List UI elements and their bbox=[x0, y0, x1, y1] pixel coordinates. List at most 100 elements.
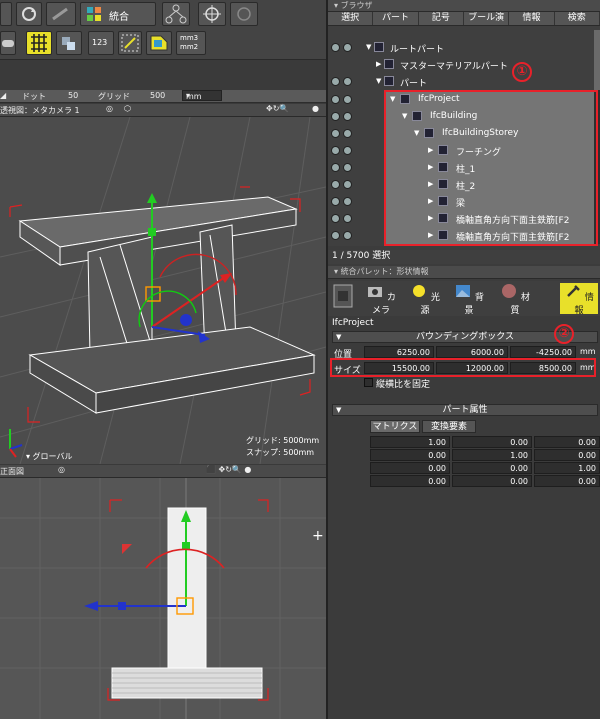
palette-tab-info[interactable]: 情報 bbox=[560, 283, 598, 316]
visibility-toggle-icon[interactable] bbox=[331, 214, 355, 226]
lock-aspect-checkbox[interactable] bbox=[364, 378, 373, 387]
callout-box-1 bbox=[384, 90, 598, 246]
palette-tab-light[interactable]: 光源 bbox=[408, 283, 442, 316]
browser-menu-part[interactable]: パート bbox=[373, 12, 419, 25]
tree-row[interactable]: ▶ マスターマテリアルパート bbox=[328, 57, 600, 73]
browser-menubar: 選択 パート 記号 ブール演 情報 検索 bbox=[328, 12, 600, 26]
visibility-toggle-icon[interactable] bbox=[331, 95, 355, 107]
shape-icon[interactable] bbox=[0, 31, 16, 55]
refresh-icon[interactable] bbox=[16, 2, 42, 26]
tree-row[interactable]: ▼ ルートパート bbox=[328, 40, 600, 56]
matrix-cell[interactable]: 0.00 bbox=[534, 449, 600, 461]
visibility-toggle-icon[interactable] bbox=[331, 197, 355, 209]
grid-snap-icon[interactable] bbox=[26, 31, 52, 55]
perspective-view-header: 透視図：メタカメラ 1 ◎ ⬡ ✥↻🔍 ● bbox=[0, 104, 326, 117]
front-scene bbox=[0, 478, 326, 719]
target-icon[interactable] bbox=[230, 2, 258, 26]
view-nav-icons[interactable]: ✥↻🔍 bbox=[266, 104, 289, 113]
tab-matrix[interactable]: マトリクス bbox=[370, 420, 420, 433]
tab-transform-elements[interactable]: 変換要素 bbox=[422, 420, 476, 433]
matrix-cell[interactable]: 0.00 bbox=[452, 462, 532, 474]
browser-menu-symbol[interactable]: 記号 bbox=[419, 12, 464, 25]
matrix-cell[interactable]: 1.00 bbox=[534, 462, 600, 474]
object-icon[interactable] bbox=[56, 31, 82, 55]
palette-title[interactable]: ▾ 統合パレット：形状情報 bbox=[328, 266, 600, 279]
matrix-cell[interactable]: 0.00 bbox=[370, 475, 450, 487]
part-attribute-header[interactable]: ▼ パート属性 bbox=[332, 404, 598, 416]
browser-scrollbar-thumb[interactable] bbox=[594, 30, 600, 90]
palette-tab-material[interactable]: 材質 bbox=[498, 283, 532, 316]
perspective-view-title[interactable]: 透視図：メタカメラ 1 bbox=[0, 105, 80, 116]
front-view-nav-icons[interactable]: ⬛ ✥↻🔍 ● bbox=[206, 465, 251, 474]
matrix-cell[interactable]: 0.00 bbox=[534, 436, 600, 448]
visibility-toggle-icon[interactable] bbox=[331, 180, 355, 192]
palette-shape-tab[interactable] bbox=[330, 283, 356, 314]
tree-item-label: ルートパート bbox=[390, 45, 445, 55]
unit-mm2-label: mm2 bbox=[180, 43, 199, 51]
matrix-cell[interactable]: 1.00 bbox=[370, 436, 450, 448]
view-close-icon[interactable]: ● bbox=[312, 104, 319, 113]
area-icon[interactable] bbox=[146, 31, 172, 55]
visibility-toggle-icon[interactable] bbox=[331, 146, 355, 158]
gridbar-arrow-icon[interactable]: ◢ bbox=[0, 91, 6, 100]
position-x-field[interactable]: 6250.00 bbox=[364, 346, 434, 358]
front-viewport[interactable]: + bbox=[0, 478, 326, 719]
matrix-cell[interactable]: 0.00 bbox=[452, 475, 532, 487]
browser-menu-info[interactable]: 情報 bbox=[509, 12, 555, 25]
numeric-input-label: 123 bbox=[92, 38, 108, 47]
numeric-input-icon[interactable]: 123 bbox=[88, 31, 114, 55]
visibility-toggle-icon[interactable] bbox=[331, 43, 355, 55]
part-node-icon bbox=[384, 59, 394, 69]
visibility-toggle-icon[interactable] bbox=[331, 112, 355, 124]
visibility-toggle-icon[interactable] bbox=[331, 163, 355, 175]
grid-value[interactable]: 500 bbox=[150, 91, 165, 100]
browser-panel-title[interactable]: ▾ ブラウザ bbox=[328, 0, 600, 12]
expand-triangle-icon[interactable]: ▼ bbox=[376, 77, 381, 85]
position-z-field[interactable]: -4250.00 bbox=[510, 346, 576, 358]
front-view-header: 正面図 ◎ ⬛ ✥↻🔍 ● bbox=[0, 465, 326, 478]
matrix-cell[interactable]: 0.00 bbox=[370, 462, 450, 474]
network-icon[interactable] bbox=[162, 2, 190, 26]
expand-triangle-icon[interactable]: ▼ bbox=[366, 43, 371, 51]
collapse-triangle-icon[interactable]: ▼ bbox=[336, 405, 341, 416]
tree-item-label: パート bbox=[400, 79, 428, 89]
matrix-cell[interactable]: 1.00 bbox=[452, 449, 532, 461]
crosshair-icon[interactable] bbox=[198, 2, 226, 26]
callout-number-1: ① bbox=[512, 62, 532, 82]
front-view-option-icon[interactable]: ◎ bbox=[58, 465, 65, 474]
toolbar-button-left-edge[interactable] bbox=[0, 2, 12, 26]
visibility-toggle-icon[interactable] bbox=[331, 231, 355, 243]
view-option-icon[interactable]: ◎ bbox=[106, 104, 113, 113]
palette-tab-camera[interactable]: カメラ bbox=[364, 283, 398, 316]
tool-icon[interactable] bbox=[46, 2, 76, 26]
snap-size-readout: スナップ: 500mm bbox=[246, 448, 315, 457]
toolbar-gap bbox=[0, 60, 326, 90]
palette-tab-background[interactable]: 背景 bbox=[452, 283, 486, 316]
matrix-cell[interactable]: 0.00 bbox=[534, 475, 600, 487]
integrate-button[interactable]: 統合 bbox=[80, 2, 156, 26]
info-panel-body: IfcProject ▼ バウンディングボックス 位置 6250.00 6000… bbox=[328, 316, 600, 719]
visibility-toggle-icon[interactable] bbox=[331, 129, 355, 141]
visibility-toggle-icon[interactable] bbox=[331, 77, 355, 89]
matrix-cell[interactable]: 0.00 bbox=[370, 449, 450, 461]
browser-menu-search[interactable]: 検索 bbox=[555, 12, 600, 25]
perspective-viewport[interactable]: ▾ グローバル グリッド: 5000mm スナップ: 500mm bbox=[0, 117, 326, 464]
collapse-triangle-icon[interactable]: ▼ bbox=[336, 332, 341, 343]
measure-icon[interactable] bbox=[118, 31, 142, 55]
browser-menu-select[interactable]: 選択 bbox=[328, 12, 374, 25]
expand-triangle-icon[interactable]: ▶ bbox=[376, 60, 381, 68]
position-unit: mm bbox=[580, 347, 596, 356]
unit-toggle-button[interactable]: mm3 mm2 bbox=[176, 31, 206, 55]
tree-item-label: マスターマテリアルパート bbox=[400, 62, 508, 72]
main-toolbar: 統合 123 mm3 mm2 bbox=[0, 0, 326, 60]
grid-unit-select[interactable]: mm ▾ bbox=[182, 90, 222, 101]
camera-cube-icon[interactable]: ⬡ bbox=[124, 104, 131, 113]
browser-menu-boolean[interactable]: ブール演 bbox=[464, 12, 510, 25]
matrix-cell[interactable]: 0.00 bbox=[452, 436, 532, 448]
coordinate-mode-dropdown[interactable]: ▾ グローバル bbox=[26, 451, 72, 462]
position-y-field[interactable]: 6000.00 bbox=[436, 346, 508, 358]
front-view-title[interactable]: 正面図 bbox=[0, 466, 24, 477]
grid-unit-value: mm bbox=[186, 92, 202, 101]
dot-value[interactable]: 50 bbox=[68, 91, 78, 100]
tree-row[interactable]: ▼ パート bbox=[328, 74, 600, 90]
